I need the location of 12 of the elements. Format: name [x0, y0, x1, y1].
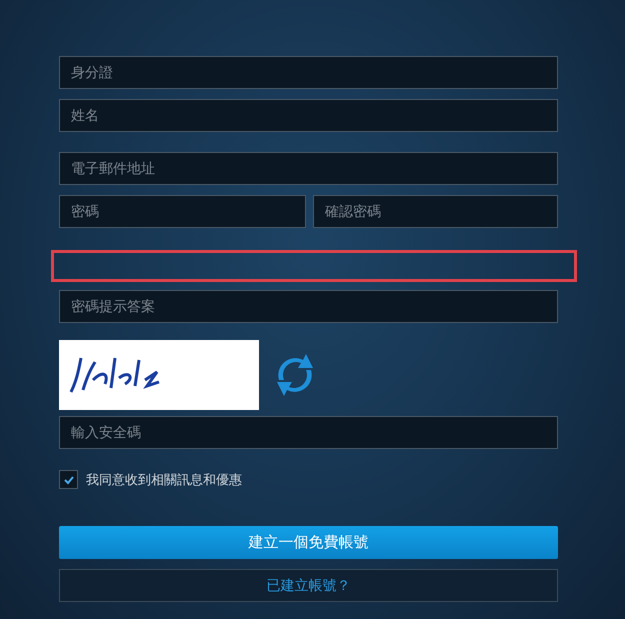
create-account-button[interactable]: 建立一個免費帳號 — [59, 526, 558, 559]
input-field[interactable]: 密碼提示答案 — [59, 290, 558, 323]
checkmark-icon — [62, 474, 74, 486]
login-link[interactable]: 已建立帳號？ — [59, 569, 558, 602]
input-field[interactable]: 姓名 — [59, 99, 558, 132]
input-field[interactable]: 密碼 — [59, 195, 306, 228]
input-field[interactable]: 身分證 — [59, 56, 558, 89]
consent-label: 我同意收到相關訊息和優惠 — [86, 472, 242, 488]
input-field[interactable]: 確認密碼 — [313, 195, 558, 228]
input-field[interactable]: 輸入安全碼 — [59, 416, 558, 449]
checkbox[interactable] — [59, 470, 78, 489]
input-field[interactable]: 電子郵件地址 — [59, 152, 558, 185]
